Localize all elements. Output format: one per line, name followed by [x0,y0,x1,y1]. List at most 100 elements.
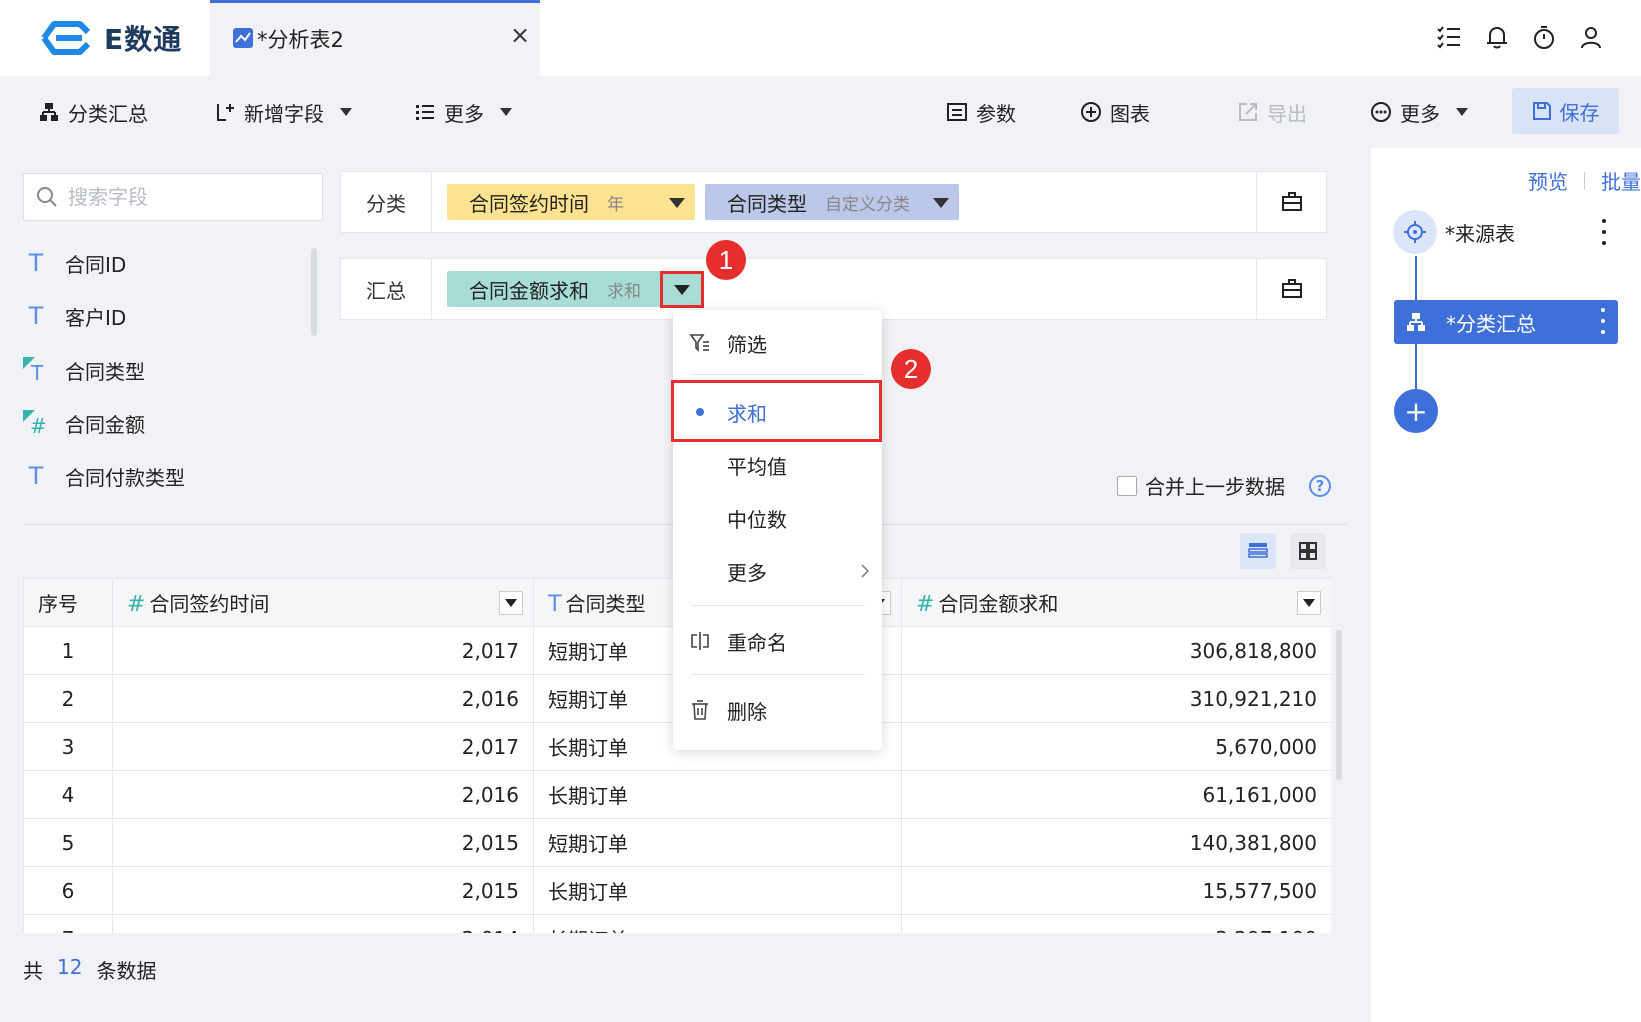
menu-divider [691,374,865,375]
export-button[interactable]: 导出 [1237,96,1307,128]
tab-title: *分析表2 [257,28,344,52]
save-button[interactable]: 保存 [1512,88,1619,134]
more-right-label: 更多 [1400,101,1440,126]
group-pill-contract-type[interactable]: 合同类型 自定义分类 [705,184,959,220]
preview-link[interactable]: 预览 [1528,166,1568,195]
merge-label: 合并上一步数据 [1145,475,1285,499]
table-row: 5 2,015 短期订单 140,381,800 [23,818,1331,867]
field-item-contract-amount[interactable]: # 合同金额 [23,403,145,443]
svg-text:T: T [30,361,44,383]
cell-index: 2 [23,674,113,723]
chart-button[interactable]: 图表 [1080,96,1150,128]
summary-pill-amount[interactable]: 合同金额求和 求和 [447,271,695,307]
more-vertical-icon[interactable] [1601,219,1607,245]
field-search[interactable] [23,173,323,221]
field-label: 合同付款类型 [65,465,185,490]
menu-item-average[interactable]: 平均值 [673,440,882,490]
column-dropdown[interactable] [1297,591,1321,615]
cell-amount-sum: 5,670,000 [901,722,1331,771]
field-item-customer-id[interactable]: T 客户ID [23,296,127,336]
table-scrollbar[interactable] [1336,630,1342,780]
timer-icon[interactable] [1531,24,1557,50]
cell-index: 6 [23,866,113,915]
summary-row-toolbox[interactable] [1256,259,1326,319]
group-summary-button[interactable]: 分类汇总 [38,96,148,128]
more-menu-right[interactable]: 更多 [1370,96,1468,128]
step-badge-1: 1 [706,240,746,280]
table-row: 6 2,015 长期订单 15,577,500 [23,866,1331,915]
field-label: 合同ID [65,252,127,277]
grid-view-button[interactable] [1290,533,1326,569]
field-item-contract-type[interactable]: T 合同类型 [23,350,145,390]
hierarchy-icon [40,103,58,121]
menu-item-median[interactable]: 中位数 [673,493,882,543]
bell-icon[interactable] [1484,24,1510,50]
menu-item-delete[interactable]: 删除 [673,685,882,735]
column-header-amount-sum[interactable]: # 合同金额求和 [901,578,1331,627]
cell-sign-time: 2,016 [112,770,534,819]
cell-amount-sum: 310,921,210 [901,674,1331,723]
save-label: 保存 [1559,100,1600,125]
table-view-button[interactable] [1240,533,1276,569]
chevron-down-icon[interactable] [669,198,685,208]
cell-amount-sum: 3,297,100 [901,914,1331,933]
pill-sub: 求和 [607,281,641,302]
search-input[interactable] [66,184,296,210]
cell-sign-time: 2,016 [112,674,534,723]
number-type-icon: # [127,592,146,617]
params-button[interactable]: 参数 [946,96,1016,128]
flow-panel-actions: 预览 批量 [1528,166,1641,195]
pill-name: 合同金额求和 [469,278,589,303]
filter-icon [689,334,709,352]
tab-analysis-table[interactable]: *分析表2 × [210,0,540,76]
help-icon[interactable]: ? [1309,474,1331,497]
menu-item-filter[interactable]: 筛选 [673,318,882,368]
menu-item-more[interactable]: 更多 [673,546,882,596]
chevron-down-icon [340,108,352,116]
count-value: 12 [57,955,83,979]
field-item-payment-type[interactable]: T 合同付款类型 [23,456,185,496]
pill-name: 合同签约时间 [469,191,589,216]
cell-index: 7 [23,914,113,933]
flow-node-source[interactable]: *来源表 [1393,210,1619,254]
params-icon [947,103,967,121]
toolbox-icon [1281,192,1302,211]
count-prefix: 共 [23,959,43,983]
count-suffix: 条数据 [96,959,157,983]
menu-divider [691,674,865,675]
step-badge-2: 2 [891,349,931,389]
app-logo: E数通 [36,18,182,58]
cell-amount-sum: 61,161,000 [901,770,1331,819]
node-label: *来源表 [1445,221,1515,246]
flow-node-group-summary[interactable]: *分类汇总 [1394,300,1618,344]
summary-pill-dropdown[interactable] [660,271,704,308]
chevron-down-icon[interactable] [933,198,949,208]
field-item-contract-id[interactable]: T 合同ID [23,243,127,283]
more-menu-left[interactable]: 更多 [414,96,512,128]
merge-checkbox[interactable] [1117,475,1137,496]
grid-view-icon [1299,542,1317,560]
more-vertical-icon[interactable] [1600,308,1606,334]
flow-panel: 预览 批量 [1371,148,1641,1022]
column-header-sign-time[interactable]: # 合同签约时间 [112,578,534,627]
pill-sub: 自定义分类 [825,194,910,215]
edited-text-type-icon: T [23,357,49,383]
menu-item-rename[interactable]: 重命名 [673,616,882,666]
text-type-icon: T [28,249,44,277]
add-field-icon [217,104,234,121]
add-node-button[interactable]: + [1394,389,1438,433]
add-field-button[interactable]: 新增字段 [214,96,352,128]
cell-sign-time: 2,015 [112,818,534,867]
field-list-scrollbar[interactable] [311,248,317,336]
column-dropdown[interactable] [499,591,523,615]
group-pill-sign-time[interactable]: 合同签约时间 年 [447,184,695,220]
logo-icon [41,21,91,55]
group-row-toolbox[interactable] [1256,172,1326,232]
cell-amount-sum: 140,381,800 [901,818,1331,867]
task-list-icon[interactable] [1436,24,1462,50]
close-icon[interactable]: × [508,23,532,47]
top-bar: E数通 *分析表2 × [0,0,1641,76]
merge-previous-option[interactable]: 合并上一步数据 ? [1117,471,1331,500]
user-icon[interactable] [1578,24,1604,50]
batch-link[interactable]: 批量 [1601,166,1641,195]
